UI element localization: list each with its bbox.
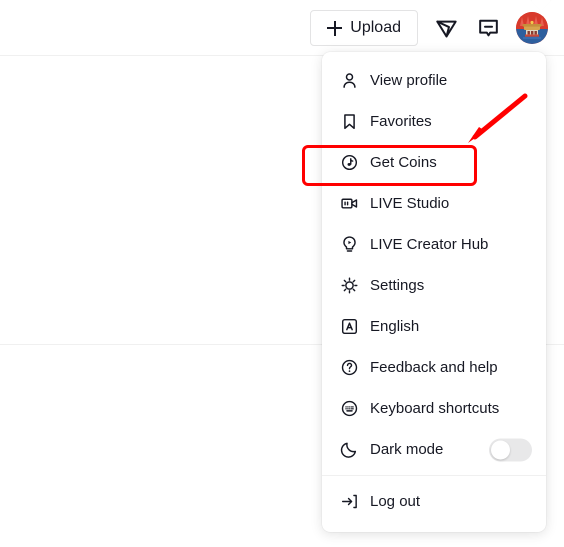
menu-item-label: Dark mode: [370, 441, 444, 458]
video-camera-icon: [338, 193, 360, 215]
page-root: Upload View profile Favorites Get Coins …: [0, 0, 564, 547]
header-actions: Upload: [310, 0, 548, 56]
menu-item-feedback-and-help[interactable]: Feedback and help: [322, 347, 546, 388]
menu-item-label: Feedback and help: [370, 359, 498, 376]
dark-mode-toggle[interactable]: [489, 438, 532, 461]
toggle-knob: [491, 440, 510, 459]
avatar-image: [516, 12, 548, 44]
menu-item-label: LIVE Studio: [370, 195, 450, 212]
menu-item-get-coins[interactable]: Get Coins: [322, 142, 546, 183]
menu-item-label: Keyboard shortcuts: [370, 400, 500, 417]
menu-item-live-studio[interactable]: LIVE Studio: [322, 183, 546, 224]
keyboard-icon: [338, 398, 360, 420]
question-circle-icon: [338, 357, 360, 379]
menu-item-english[interactable]: English: [322, 306, 546, 347]
plus-icon: [327, 20, 343, 36]
menu-item-label: Settings: [370, 277, 425, 294]
bookmark-icon: [338, 111, 360, 133]
menu-item-keyboard-shortcuts[interactable]: Keyboard shortcuts: [322, 388, 546, 429]
moon-icon: [338, 439, 360, 461]
coin-music-note-icon: [338, 152, 360, 174]
menu-item-settings[interactable]: Settings: [322, 265, 546, 306]
menu-item-favorites[interactable]: Favorites: [322, 101, 546, 142]
menu-item-log-out[interactable]: Log out: [322, 481, 546, 522]
menu-item-live-creator-hub[interactable]: LIVE Creator Hub: [322, 224, 546, 265]
language-a-icon: [338, 316, 360, 338]
lightbulb-play-icon: [338, 234, 360, 256]
avatar[interactable]: [516, 12, 548, 44]
menu-item-label: Get Coins: [370, 154, 437, 171]
profile-dropdown-menu: View profile Favorites Get Coins LIVE St…: [322, 52, 546, 532]
menu-item-label: LIVE Creator Hub: [370, 236, 489, 253]
menu-item-label: Log out: [370, 493, 421, 510]
message-bubble-icon[interactable]: [474, 14, 502, 42]
gear-icon: [338, 275, 360, 297]
upload-button-label: Upload: [350, 19, 401, 36]
upload-button[interactable]: Upload: [310, 10, 418, 46]
menu-item-label: View profile: [370, 72, 448, 89]
person-icon: [338, 70, 360, 92]
menu-divider: [322, 475, 546, 476]
menu-item-view-profile[interactable]: View profile: [322, 60, 546, 101]
menu-item-dark-mode[interactable]: Dark mode: [322, 429, 546, 470]
send-inbox-icon[interactable]: [432, 14, 460, 42]
logout-arrow-icon: [338, 491, 360, 513]
menu-item-label: English: [370, 318, 420, 335]
menu-item-label: Favorites: [370, 113, 432, 130]
